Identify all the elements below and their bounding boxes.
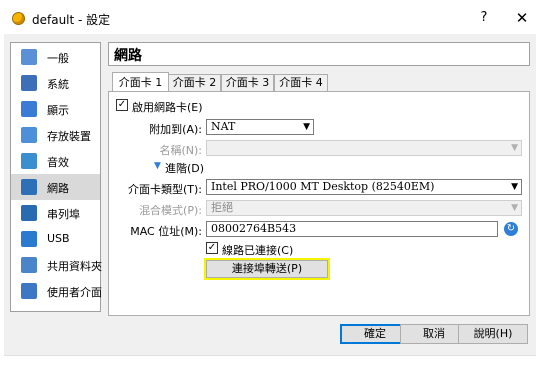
audio-icon	[21, 153, 37, 169]
help-dialog-button[interactable]: 說明(H)	[458, 324, 528, 344]
adapter-type-value: Intel PRO/1000 MT Desktop (82540EM)	[211, 180, 435, 193]
help-button[interactable]: ?	[474, 8, 494, 28]
general-icon	[21, 49, 37, 65]
storage-icon	[21, 127, 37, 143]
refresh-mac-icon[interactable]: ↻	[504, 222, 518, 236]
sidebar-item-audio[interactable]: 音效	[11, 148, 100, 174]
chevron-down-icon: ▼	[303, 122, 310, 132]
settings-sidebar: 一般系統顯示存放裝置音效網路串列埠 USB 共用資料夾使用者介面	[10, 42, 102, 312]
user-interface-icon	[21, 283, 37, 299]
virtualbox-app-icon	[12, 12, 25, 25]
section-title: 網路	[114, 48, 142, 64]
attached-to-value: NAT	[211, 120, 236, 133]
sidebar-item-shared-folder[interactable]: 共用資料夾	[11, 252, 102, 278]
tab-adapter-2[interactable]: 介面卡 2	[168, 74, 221, 91]
sidebar-item-label: 系統	[47, 78, 69, 91]
sidebar-item-label: 一般	[47, 52, 69, 65]
sidebar-item-label: 串列埠	[47, 208, 80, 221]
sidebar-item-label: 顯示	[47, 104, 69, 117]
serial-port-icon	[21, 205, 37, 221]
expand-triangle-icon[interactable]: ▼	[154, 161, 161, 171]
sidebar-item-label: 存放裝置	[47, 130, 91, 143]
network-icon	[21, 179, 37, 195]
port-forwarding-highlight: 連接埠轉送(P)	[204, 258, 330, 280]
advanced-toggle[interactable]: 進階(D)	[165, 160, 204, 176]
mac-address-input[interactable]: 08002764B543	[206, 221, 498, 237]
sidebar-item-general[interactable]: 一般	[11, 44, 100, 70]
sidebar-item-user-interface[interactable]: 使用者介面	[11, 278, 102, 304]
sidebar-item-serial-port[interactable]: 串列埠	[11, 200, 100, 226]
enable-adapter-label: 啟用網路卡(E)	[132, 101, 203, 114]
close-button[interactable]: ✕	[512, 8, 532, 28]
sidebar-item-label: 共用資料夾	[47, 260, 102, 273]
promiscuous-mode-label: 混合模式(P):	[139, 204, 202, 217]
window-title: default - 設定	[32, 13, 111, 27]
sidebar-item-storage[interactable]: 存放裝置	[11, 122, 100, 148]
cable-connected-label: 線路已連接(C)	[222, 244, 294, 257]
sidebar-item-network[interactable]: 網路	[11, 174, 100, 200]
tab-adapter-3[interactable]: 介面卡 3	[221, 74, 274, 91]
attached-to-select[interactable]: NAT ▼	[206, 119, 314, 135]
cable-connected-checkbox[interactable]: ✓	[206, 242, 218, 254]
enable-adapter-checkbox[interactable]: ✓	[116, 99, 128, 111]
sidebar-item-label: 音效	[47, 156, 69, 169]
mac-address-label: MAC 位址(M):	[130, 225, 202, 238]
system-icon	[21, 75, 37, 91]
adapter-type-select[interactable]: Intel PRO/1000 MT Desktop (82540EM) ▼	[206, 179, 522, 195]
sidebar-item-label: 網路	[47, 182, 69, 195]
sidebar-item-display[interactable]: 顯示	[11, 96, 100, 122]
sidebar-item-label: USB	[47, 232, 70, 245]
chevron-down-icon: ▼	[511, 182, 518, 192]
sidebar-item-usb[interactable]: USB	[11, 226, 100, 252]
attached-to-label: 附加到(A):	[149, 123, 202, 136]
adapter-type-label: 介面卡類型(T):	[127, 183, 202, 196]
chevron-down-icon: ▼	[511, 203, 518, 213]
section-header	[108, 42, 530, 66]
port-forwarding-button[interactable]: 連接埠轉送(P)	[206, 260, 328, 278]
promiscuous-mode-value: 拒絕	[211, 201, 233, 214]
display-icon	[21, 101, 37, 117]
shared-folder-icon	[21, 257, 37, 273]
tab-adapter-4[interactable]: 介面卡 4	[274, 74, 328, 91]
tab-adapter-1[interactable]: 介面卡 1	[112, 72, 169, 92]
name-select[interactable]: ▼	[206, 140, 522, 156]
chevron-down-icon: ▼	[511, 143, 518, 153]
sidebar-item-system[interactable]: 系統	[11, 70, 100, 96]
promiscuous-mode-select[interactable]: 拒絕 ▼	[206, 200, 522, 216]
sidebar-item-label: 使用者介面	[47, 286, 102, 299]
name-label: 名稱(N):	[159, 144, 202, 157]
usb-icon	[21, 231, 37, 247]
